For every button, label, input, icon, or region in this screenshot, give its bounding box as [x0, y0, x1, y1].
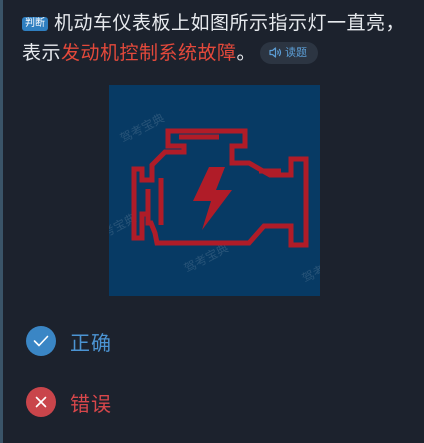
option-incorrect-label: 错误: [70, 391, 112, 416]
option-correct-circle: [26, 326, 56, 356]
question-highlight-text: 发动机控制系统故障: [61, 42, 237, 64]
question-image: 驾考宝典 驾考宝典 驾考宝典 驾考宝典: [109, 85, 320, 296]
read-question-label: 读题: [285, 46, 308, 59]
question-text-end: 。: [236, 42, 257, 64]
watermark-text-1: 驾考宝典: [118, 111, 167, 146]
question-stem: 判断 机动车仪表板上如图所示指示灯一直亮，表示发动机控制系统故障。 读题: [22, 8, 414, 68]
question-type-badge: 判断: [22, 17, 48, 31]
option-correct[interactable]: 正确: [26, 326, 112, 356]
option-incorrect[interactable]: 错误: [26, 387, 112, 417]
left-edge-accent: [0, 0, 3, 443]
watermark-text-2: 驾考宝典: [182, 241, 231, 276]
check-icon: [33, 335, 49, 347]
speaker-icon: [269, 47, 282, 58]
engine-warning-icon: [131, 128, 309, 248]
option-correct-label: 正确: [70, 330, 112, 355]
close-icon: [35, 396, 47, 408]
option-incorrect-circle: [26, 387, 56, 417]
lightning-bolt-icon: [193, 167, 232, 230]
watermark-text-4: 驾考宝典: [300, 251, 320, 286]
read-question-button[interactable]: 读题: [260, 42, 319, 64]
